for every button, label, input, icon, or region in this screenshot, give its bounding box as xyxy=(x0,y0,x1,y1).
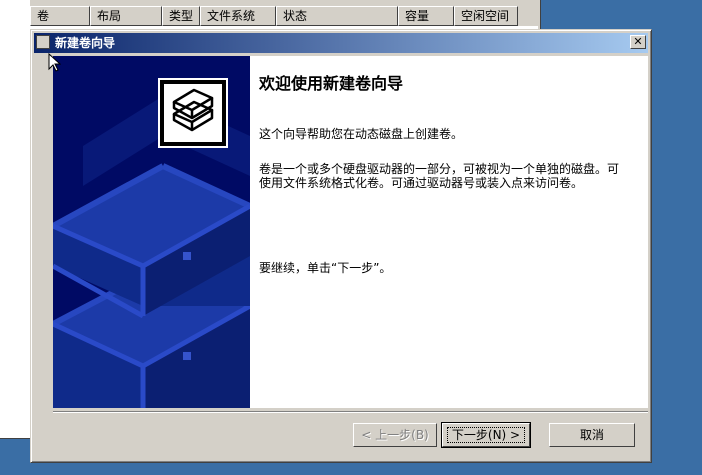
next-button-label: 下一步(N) > xyxy=(446,427,526,443)
volume-wizard-icon xyxy=(158,78,228,148)
column-header-filesystem[interactable]: 文件系统 xyxy=(200,6,276,26)
column-header-layout[interactable]: 布局 xyxy=(90,6,162,26)
column-header-type[interactable]: 类型 xyxy=(162,6,200,26)
page-title: 欢迎使用新建卷向导 xyxy=(259,74,404,93)
volume-list-header: 卷 布局 类型 文件系统 状态 容量 空闲空间 xyxy=(30,6,518,26)
wizard-banner xyxy=(53,56,250,408)
mouse-pointer-icon xyxy=(48,53,61,72)
close-button[interactable]: ✕ xyxy=(630,35,646,49)
intro-text: 这个向导帮助您在动态磁盘上创建卷。 xyxy=(259,127,464,141)
window-title: 新建卷向导 xyxy=(55,36,116,50)
back-button[interactable]: < 上一步(B) xyxy=(353,423,437,447)
next-button[interactable]: 下一步(N) > xyxy=(441,422,531,448)
column-header-status[interactable]: 状态 xyxy=(276,6,398,26)
description-text: 卷是一个或多个硬盘驱动器的一部分，可被视为一个单独的磁盘。可使用文件系统格式化卷… xyxy=(259,162,620,190)
cancel-button[interactable]: 取消 xyxy=(549,423,635,447)
tree-pane xyxy=(0,0,30,438)
title-bar[interactable]: 新建卷向导 ✕ xyxy=(34,33,648,53)
window-menu-icon[interactable] xyxy=(36,35,50,49)
wizard-content: 欢迎使用新建卷向导 这个向导帮助您在动态磁盘上创建卷。 卷是一个或多个硬盘驱动器… xyxy=(250,56,648,408)
continue-hint-text: 要继续，单击“下一步”。 xyxy=(259,261,392,275)
column-header-volume[interactable]: 卷 xyxy=(30,6,90,26)
new-volume-wizard-dialog: 新建卷向导 ✕ 欢迎使用新建卷向导 这个向导帮助您在动态磁盘上创建卷。 卷是一个… xyxy=(30,29,652,463)
divider xyxy=(53,411,648,413)
column-header-free-space[interactable]: 空闲空间 xyxy=(454,6,518,26)
column-header-capacity[interactable]: 容量 xyxy=(398,6,454,26)
